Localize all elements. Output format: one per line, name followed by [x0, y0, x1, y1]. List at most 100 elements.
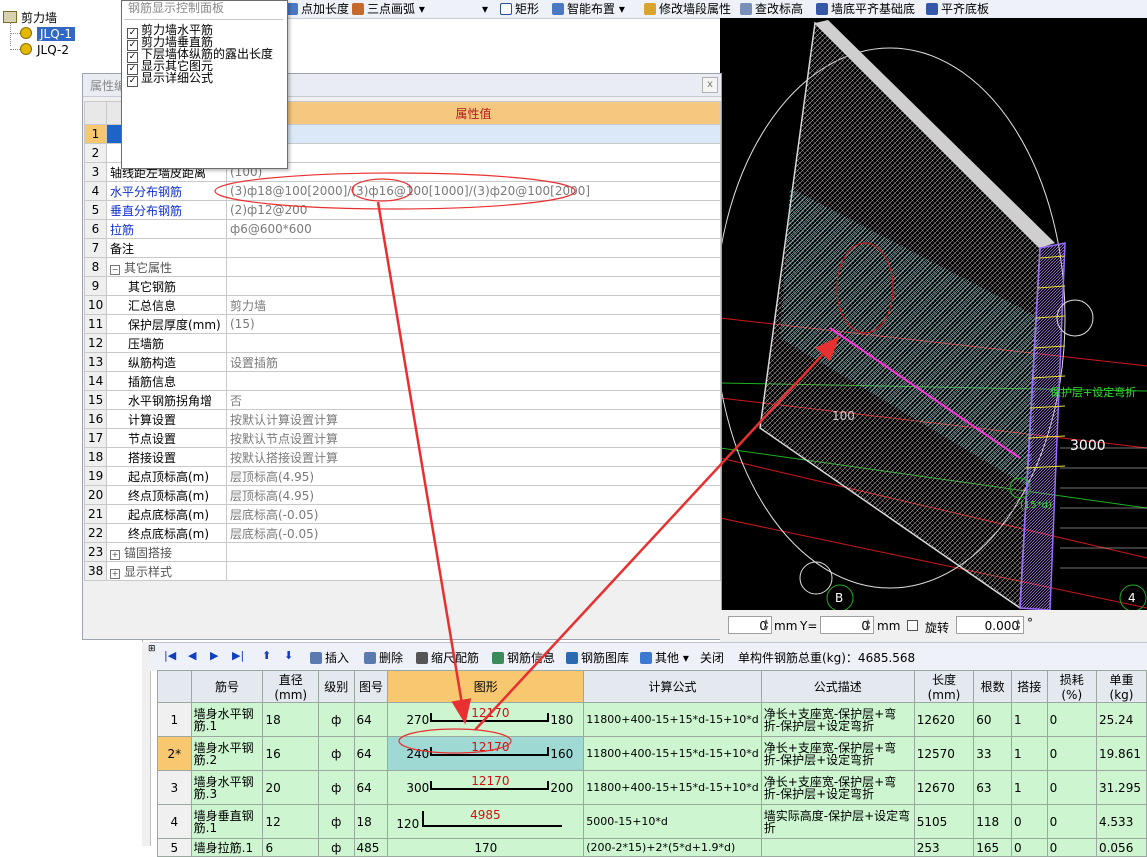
rectangle-icon	[500, 3, 512, 15]
prop-row[interactable]: 17 节点设置 按默认节点设置计算	[84, 428, 721, 448]
rebar-toolbar: ⊞ |◀ ◀ ▶ ▶| ⬆ ⬇ 插入 删除 缩尺配筋 钢筋信息 钢筋图库 其他 …	[148, 642, 1147, 671]
modify-wall-segment-button[interactable]: 修改墙段属性	[644, 1, 731, 17]
table-row[interactable]: 1 墙身水平钢筋.1 18 ф 64 270 12170 180 11800+400…	[157, 702, 1147, 737]
dimension-3000: 3000	[1070, 438, 1106, 454]
prop-group-anchor[interactable]: 23 + 锚固搭接	[84, 542, 721, 562]
check-elevation-button[interactable]: 查改标高	[740, 1, 803, 17]
align-slab-button[interactable]: 平齐底板	[926, 1, 989, 17]
rectangle-button[interactable]: 矩形	[500, 1, 539, 17]
tree-connector	[10, 33, 20, 34]
rebar-shape-cell[interactable]: 120 4985	[387, 804, 585, 839]
y-label: Y=	[800, 619, 818, 633]
prop-row-horizontal-rebar[interactable]: 4 水平分布钢筋 (3)ф18@100[2000]/(3)ф16@100[1000]…	[84, 181, 721, 201]
prop-row[interactable]: 18 搭接设置 按默认搭接设置计算	[84, 447, 721, 467]
insert-icon	[310, 652, 322, 664]
check-icon[interactable]: ✓	[127, 76, 138, 87]
move-down-icon[interactable]: ⬇	[284, 649, 293, 662]
expand-icon[interactable]: +	[110, 549, 120, 560]
prop-row[interactable]: 11 保护层厚度(mm) (15)	[84, 314, 721, 334]
spinner-icon[interactable]: ▲ ▼	[864, 618, 872, 632]
prop-row[interactable]: 10 汇总信息 剪力墙	[84, 295, 721, 315]
divider	[124, 19, 283, 20]
checkbox-show-formula[interactable]: ✓ 显示详细公式	[127, 72, 213, 87]
edit-icon	[644, 3, 656, 15]
prop-row-tie-rebar[interactable]: 6 拉筋 ф6@600*600	[84, 219, 721, 239]
table-row-selected[interactable]: 2* 墙身水平钢筋.2 16 ф 64 240 12170 160 11800+40…	[157, 736, 1147, 771]
next-record-icon[interactable]: ▶	[210, 649, 218, 662]
gear-icon	[20, 43, 32, 55]
y-coordinate-input[interactable]: 0 ▲ ▼	[820, 616, 874, 634]
close-button[interactable]: 关闭	[700, 649, 724, 666]
rotate-input[interactable]: 0.000 ▲ ▼	[956, 616, 1024, 634]
close-icon[interactable]: x	[702, 77, 718, 93]
tree-item-label: JLQ-1	[37, 27, 75, 41]
prop-row[interactable]: 14 插筋信息	[84, 371, 721, 391]
insert-button[interactable]: 插入	[310, 649, 349, 666]
table-row[interactable]: 5 墙身拉筋.1 6 ф 485 170 (200-2*15)+2*(5*d+1…	[157, 838, 1147, 857]
tree-item-jlq-2[interactable]: JLQ-2	[10, 42, 69, 58]
rotate-label: 旋转	[925, 621, 950, 635]
table-row[interactable]: 3 墙身水平钢筋.3 20 ф 64 300 12170 200 11800+400…	[157, 770, 1147, 805]
prop-row[interactable]: 7 备注	[84, 238, 721, 258]
dropdown-arrow-icon[interactable]: ▾	[482, 2, 488, 16]
point-add-length-button[interactable]: 点加长度	[286, 1, 349, 17]
value-header: 属性值	[226, 101, 721, 125]
first-record-icon[interactable]: |◀	[164, 649, 176, 662]
rebar-shape-cell[interactable]: 270 12170 180	[387, 702, 585, 737]
prop-row[interactable]: 12 压墙筋	[84, 333, 721, 353]
table-grid-icon: ⊞	[148, 644, 156, 654]
spinner-icon[interactable]: ▲ ▼	[1014, 618, 1022, 632]
other-menu-button[interactable]: 其他 ▾	[640, 649, 689, 666]
dropdown-arrow-icon[interactable]: ▾	[619, 2, 625, 16]
prop-row[interactable]: 13 纵筋构造 设置插筋	[84, 352, 721, 372]
other-icon	[640, 652, 652, 664]
cad-viewport[interactable]: 3000 100 B 4 保护层+设定弯折 (15*d)	[720, 18, 1147, 610]
prop-group-other[interactable]: 8− 其它属性	[84, 257, 721, 277]
last-record-icon[interactable]: ▶|	[232, 649, 244, 662]
scale-rebar-button[interactable]: 缩尺配筋	[416, 649, 479, 666]
tree-item-label: JLQ-2	[37, 43, 69, 57]
degree-symbol: °	[1027, 616, 1033, 630]
y-unit-label: mm	[877, 619, 901, 633]
cad-note-15d: (15*d)	[1020, 500, 1052, 511]
x-coordinate-input[interactable]: 0 ▲ ▼	[728, 616, 772, 634]
rect-dropdown[interactable]: ▾	[482, 1, 488, 17]
arc-icon	[352, 3, 364, 15]
dropdown-arrow-icon[interactable]: ▾	[419, 2, 425, 16]
prop-group-display[interactable]: 38 + 显示样式	[84, 561, 721, 581]
prop-row[interactable]: 19 起点顶标高(m) 层顶标高(4.95)	[84, 466, 721, 486]
prop-row[interactable]: 22 终点底标高(m) 层底标高(-0.05)	[84, 523, 721, 543]
rebar-display-control-panel: 钢筋显示控制面板 ✓ 剪力墙水平筋 ✓ 剪力墙垂直筋 ✓ 下层墙体纵筋的露出长度 ✓ 显…	[121, 0, 288, 169]
wall-bottom-align-button[interactable]: 墙底平齐基础底	[816, 1, 915, 17]
spinner-icon[interactable]: ▲ ▼	[762, 618, 770, 632]
prop-row[interactable]: 16 计算设置 按默认计算设置计算	[84, 409, 721, 429]
cad-note-green: 保护层+设定弯折	[1050, 385, 1136, 399]
table-row[interactable]: 4 墙身垂直钢筋.1 12 ф 18 120 4985 5000-15+10*d …	[157, 804, 1147, 839]
rebar-info-icon	[492, 652, 504, 664]
rebar-shape-cell[interactable]: 240 12170 160	[387, 736, 585, 771]
expand-icon[interactable]: +	[110, 568, 120, 579]
rebar-info-button[interactable]: 钢筋信息	[492, 649, 555, 666]
panel-title: 钢筋显示控制面板	[128, 1, 225, 15]
smart-layout-button[interactable]: 智能布置 ▾	[552, 1, 625, 17]
dropdown-arrow-icon[interactable]: ▾	[683, 651, 689, 665]
rebar-shape-cell[interactable]: 170	[387, 838, 585, 857]
rebar-shape	[422, 824, 563, 827]
prop-row[interactable]: 9 其它钢筋	[84, 276, 721, 296]
properties-table: 属性值 1 2 3 轴线距左墙皮距离 (100) 4 水平分布钢筋 (3)ф18@100…	[84, 101, 721, 581]
prop-row[interactable]: 21 起点底标高(m) 层底标高(-0.05)	[84, 504, 721, 524]
move-up-icon[interactable]: ⬆	[262, 649, 271, 662]
tree-connector	[10, 49, 20, 50]
row-header-corner	[84, 101, 107, 125]
prev-record-icon[interactable]: ◀	[188, 649, 196, 662]
rebar-library-button[interactable]: 钢筋图库	[566, 649, 629, 666]
prop-row[interactable]: 20 终点顶标高(m) 层顶标高(4.95)	[84, 485, 721, 505]
three-point-arc-button[interactable]: 三点画弧 ▾	[352, 1, 425, 17]
delete-button[interactable]: 删除	[364, 649, 403, 666]
collapse-icon[interactable]: −	[110, 264, 120, 275]
prop-row[interactable]: 15 水平钢筋拐角增否	[84, 390, 721, 410]
tree-item-jlq-1[interactable]: JLQ-1	[10, 26, 75, 42]
rebar-shape-cell[interactable]: 300 12170 200	[387, 770, 585, 805]
prop-row-vertical-rebar[interactable]: 5 垂直分布钢筋 (2)ф12@200	[84, 200, 721, 220]
rotate-checkbox[interactable]	[907, 620, 918, 631]
